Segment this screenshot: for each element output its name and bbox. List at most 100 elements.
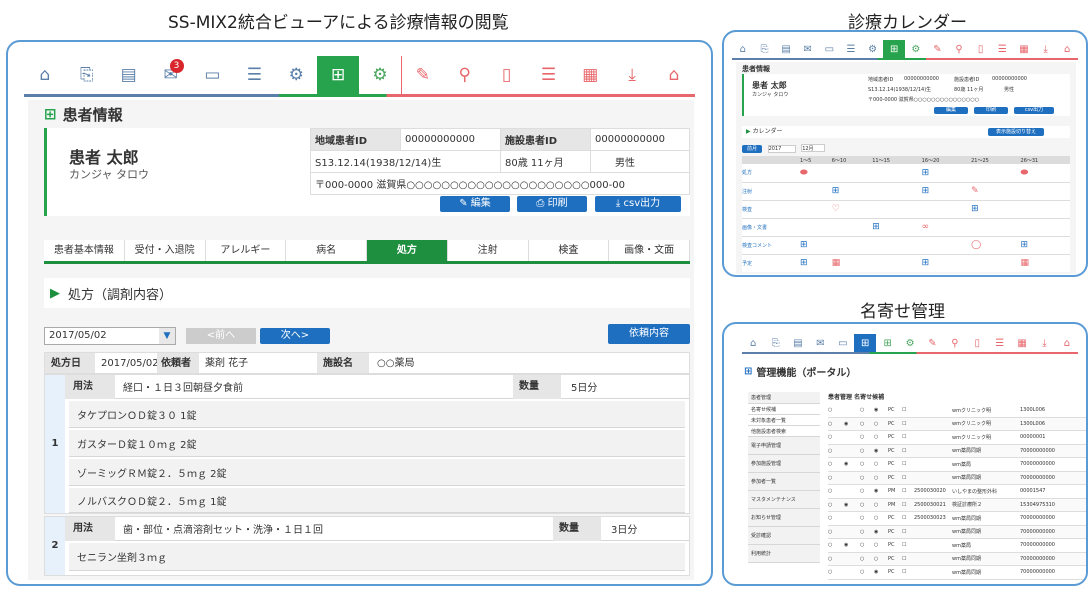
radio-button[interactable]: ○ bbox=[828, 434, 844, 440]
calendar-icon[interactable]: ▦ bbox=[569, 56, 611, 94]
doc-icon[interactable]: ⊞ bbox=[872, 218, 921, 236]
doc-settings-icon[interactable]: ⚙ bbox=[275, 56, 317, 94]
cal-month[interactable]: 12月 bbox=[801, 144, 826, 152]
list-icon[interactable]: ☰ bbox=[840, 40, 862, 58]
patient-info-icon[interactable]: ⊞ bbox=[883, 40, 905, 58]
user-search-icon[interactable]: ⚲ bbox=[444, 56, 486, 94]
csv-button[interactable]: ⤓ csv出力 bbox=[595, 196, 681, 212]
sidebar-item[interactable]: 他施設患者検索 bbox=[748, 426, 820, 437]
radio-button[interactable]: ○ bbox=[860, 434, 874, 440]
document-icon[interactable]: ▤ bbox=[108, 56, 150, 94]
sidebar-item[interactable]: 利用統計 bbox=[748, 545, 820, 563]
syringe-icon[interactable]: ✎ bbox=[971, 182, 1020, 200]
download-icon[interactable]: ⤓ bbox=[611, 56, 653, 94]
cal-edit-button[interactable]: 編集 bbox=[934, 107, 968, 114]
menu-icon[interactable]: ☰ bbox=[528, 56, 570, 94]
radio-button[interactable]: ○ bbox=[828, 515, 844, 521]
patient-settings-icon[interactable]: ⚙ bbox=[359, 56, 401, 94]
radio-button[interactable]: ○ bbox=[874, 434, 888, 440]
radio-button[interactable]: ○ bbox=[874, 502, 888, 508]
cal-print-button[interactable]: 印刷 bbox=[974, 107, 1008, 114]
date-select[interactable]: 2017/05/02 ▼ bbox=[44, 327, 176, 345]
radio-button[interactable]: ○ bbox=[860, 529, 874, 535]
tab-basic[interactable]: 患者基本情報 bbox=[44, 240, 125, 261]
edit-button[interactable]: ✎ 編集 bbox=[440, 196, 510, 212]
sidebar-item[interactable]: 患者管理 bbox=[748, 392, 820, 404]
radio-button[interactable]: ○ bbox=[828, 502, 844, 508]
pill-icon[interactable]: ⬬ bbox=[800, 164, 832, 182]
cal-prev-button[interactable]: 前月 bbox=[742, 145, 762, 153]
radio-button[interactable]: ○ bbox=[874, 421, 888, 427]
radio-button[interactable]: ○ bbox=[828, 407, 844, 413]
radio-button[interactable]: ◉ bbox=[844, 542, 860, 548]
folder-icon[interactable]: ▭ bbox=[819, 40, 841, 58]
radio-button[interactable]: ○ bbox=[874, 475, 888, 481]
radio-button[interactable]: ○ bbox=[860, 556, 874, 562]
pill-icon[interactable]: ⬬ bbox=[1021, 164, 1070, 182]
radio-button[interactable]: ○ bbox=[860, 475, 874, 481]
patient-settings-icon[interactable]: ⊞ bbox=[876, 334, 898, 352]
row-checkbox[interactable]: ☐ bbox=[902, 542, 914, 548]
menu-icon[interactable]: ☰ bbox=[988, 334, 1010, 352]
radio-button[interactable]: ◉ bbox=[844, 461, 860, 467]
user-search-icon[interactable]: ⚲ bbox=[944, 334, 966, 352]
document-icon[interactable]: ▤ bbox=[775, 40, 797, 58]
radio-button[interactable]: ○ bbox=[874, 542, 888, 548]
radio-button[interactable]: ○ bbox=[860, 448, 874, 454]
radio-button[interactable]: ○ bbox=[874, 515, 888, 521]
radio-button[interactable]: ○ bbox=[828, 542, 844, 548]
radio-button[interactable]: ○ bbox=[860, 569, 874, 575]
tab-reception[interactable]: 受付・入退院 bbox=[124, 240, 206, 261]
row-checkbox[interactable]: ☐ bbox=[902, 529, 914, 535]
tab-image[interactable]: 画像・文面 bbox=[609, 240, 690, 261]
sidebar-item[interactable]: 未対象患者一覧 bbox=[748, 415, 820, 426]
radio-button[interactable]: ○ bbox=[828, 569, 844, 575]
radio-button[interactable]: ○ bbox=[828, 475, 844, 481]
radio-button[interactable]: ○ bbox=[828, 448, 844, 454]
sidebar-item[interactable]: 名寄せ候補 bbox=[748, 404, 820, 415]
row-checkbox[interactable]: ☐ bbox=[902, 434, 914, 440]
radio-button[interactable]: ○ bbox=[860, 502, 874, 508]
edit-icon[interactable]: ✎ bbox=[927, 40, 949, 58]
doc-settings-icon[interactable]: ⚙ bbox=[862, 40, 884, 58]
request-detail-button[interactable]: 依頼内容 bbox=[608, 324, 690, 344]
print-button[interactable]: ⎙ 印刷 bbox=[517, 196, 587, 212]
doc-icon[interactable]: ⊞ bbox=[800, 254, 832, 272]
row-checkbox[interactable]: ☐ bbox=[902, 569, 914, 575]
doc-icon[interactable]: ⊞ bbox=[971, 200, 1020, 218]
patient-settings-icon[interactable]: ⚙ bbox=[905, 40, 927, 58]
row-checkbox[interactable]: ☐ bbox=[902, 488, 914, 494]
row-checkbox[interactable]: ☐ bbox=[902, 421, 914, 427]
admin-icon[interactable]: ⊞ bbox=[854, 334, 877, 352]
radio-button[interactable]: ○ bbox=[874, 461, 888, 467]
row-checkbox[interactable]: ☐ bbox=[902, 475, 914, 481]
radio-button[interactable]: ◉ bbox=[874, 569, 888, 575]
link-icon[interactable]: ∞ bbox=[922, 218, 971, 236]
download-icon[interactable]: ⤓ bbox=[1033, 334, 1055, 352]
cal-year[interactable]: 2017 bbox=[767, 145, 796, 153]
calendar-icon[interactable]: ▦ bbox=[832, 254, 873, 272]
row-checkbox[interactable]: ☐ bbox=[902, 461, 914, 467]
patient-doc-icon[interactable]: ⎘ bbox=[66, 56, 108, 94]
sidebar-item[interactable]: 電子申請管理 bbox=[748, 437, 820, 455]
radio-button[interactable]: ○ bbox=[860, 515, 874, 521]
sidebar-item[interactable]: 参加施設管理 bbox=[748, 455, 820, 473]
user-search-icon[interactable]: ⚲ bbox=[948, 40, 970, 58]
calendar-icon[interactable]: ▦ bbox=[1011, 334, 1033, 352]
next-button[interactable]: 次へ> bbox=[260, 328, 330, 344]
doc-icon[interactable]: ⊞ bbox=[922, 182, 971, 200]
sidebar-item[interactable]: 受診確認 bbox=[748, 527, 820, 545]
sidebar-item[interactable]: マスタメンテナンス bbox=[748, 491, 820, 509]
radio-button[interactable]: ◉ bbox=[844, 502, 860, 508]
download-icon[interactable]: ⤓ bbox=[1035, 40, 1057, 58]
doc-icon[interactable]: ⊞ bbox=[1021, 236, 1070, 254]
edit-icon[interactable]: ✎ bbox=[921, 334, 943, 352]
doc-icon[interactable]: ⊞ bbox=[922, 164, 971, 182]
radio-button[interactable]: ○ bbox=[860, 407, 874, 413]
radio-button[interactable]: ○ bbox=[828, 529, 844, 535]
radio-button[interactable]: ◉ bbox=[874, 407, 888, 413]
doc-icon[interactable]: ⊞ bbox=[832, 182, 873, 200]
patient-info-icon[interactable]: ⊞ bbox=[317, 56, 359, 94]
book-icon[interactable]: ▯ bbox=[970, 40, 992, 58]
radio-button[interactable]: ◉ bbox=[844, 421, 860, 427]
